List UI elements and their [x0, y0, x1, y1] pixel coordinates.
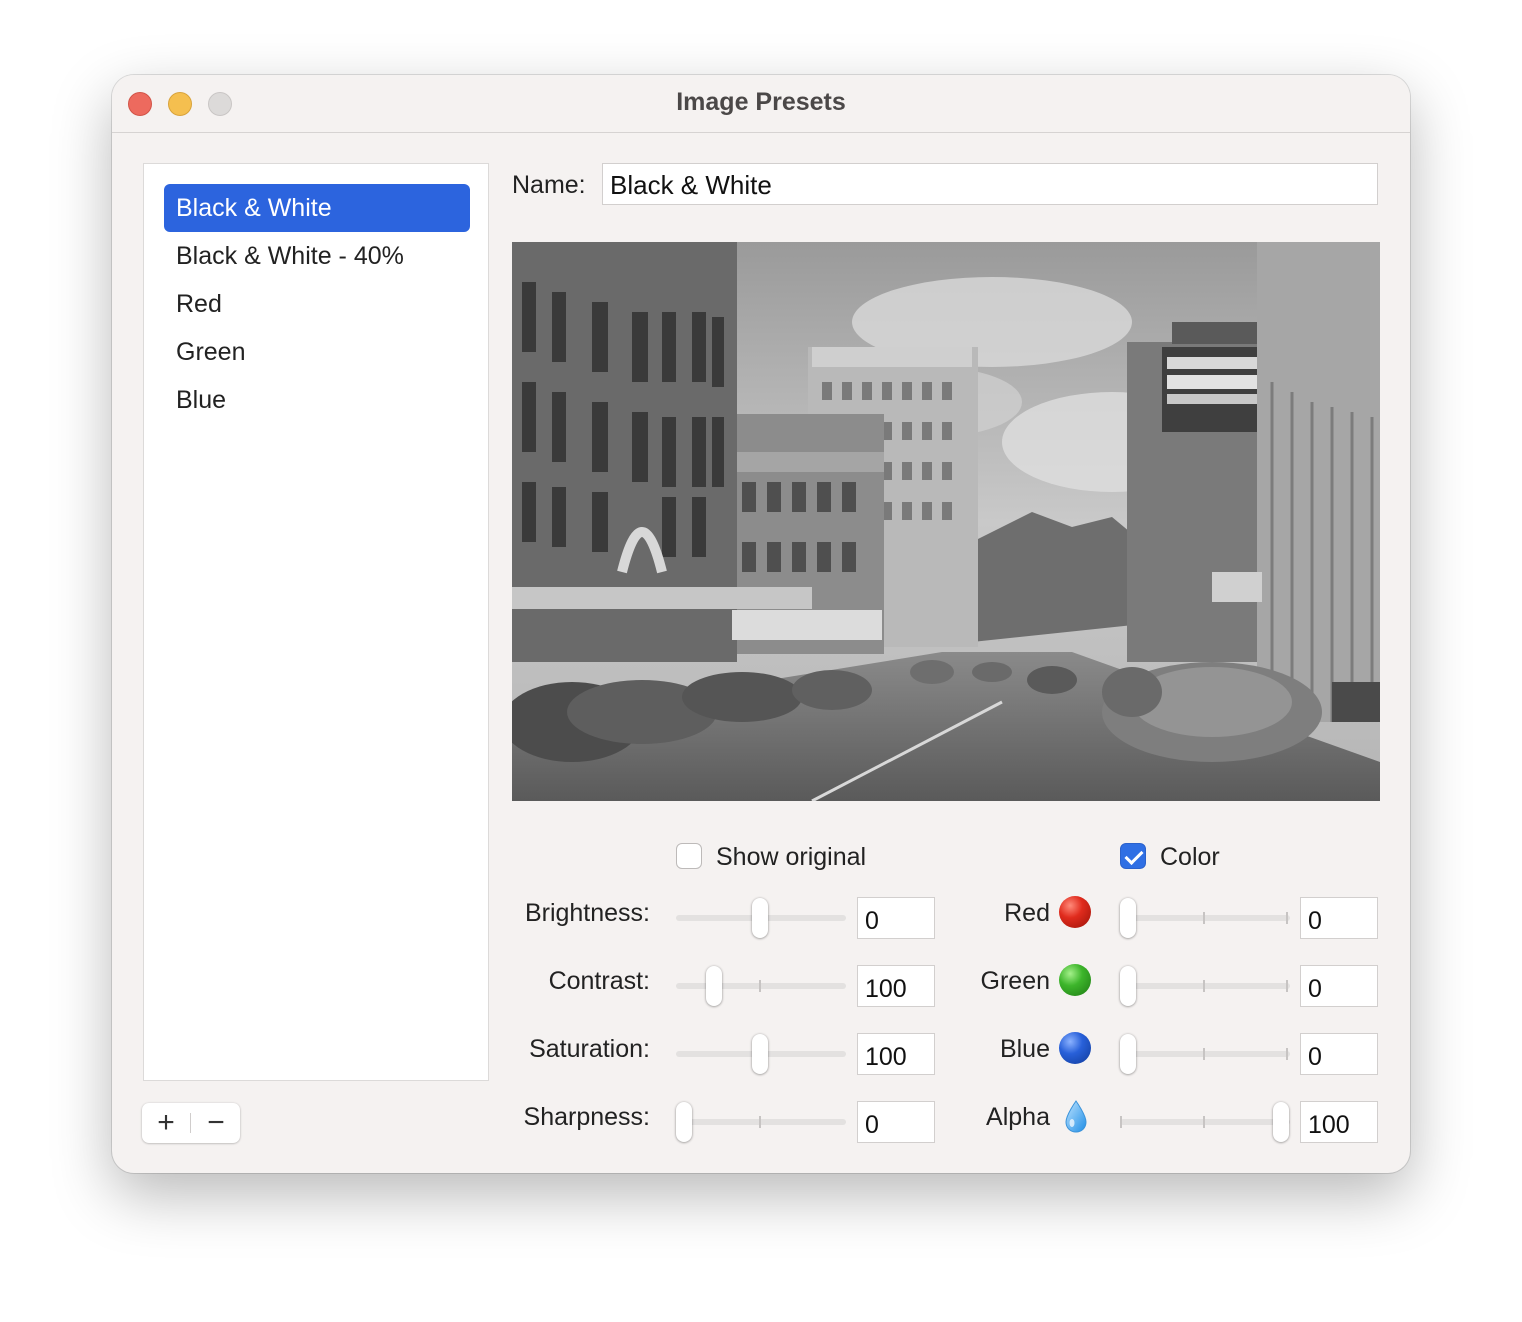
sharpness-slider-knob[interactable] [676, 1102, 692, 1142]
contrast-label: Contrast: [548, 967, 650, 995]
green-slider-knob[interactable] [1120, 966, 1136, 1006]
preset-item-green[interactable]: Green [164, 328, 470, 376]
green-slider-tick-end [1286, 980, 1288, 992]
alpha-slider-knob[interactable] [1273, 1102, 1289, 1142]
contrast-slider-tick [759, 980, 761, 992]
brightness-label: Brightness: [524, 899, 650, 927]
sharpness-label: Sharpness: [523, 1103, 650, 1131]
add-remove-divider [190, 1113, 191, 1133]
blue-value-field[interactable]: 0 [1300, 1033, 1378, 1075]
alpha-value-field[interactable]: 100 [1300, 1101, 1378, 1143]
blue-label: Blue [999, 1035, 1050, 1063]
preset-list[interactable]: Black & White Black & White - 40% Red Gr… [143, 163, 489, 1081]
add-preset-button[interactable]: + [142, 1103, 190, 1143]
sharpness-slider-track[interactable] [676, 1119, 846, 1125]
image-presets-window: Image Presets Black & White Black & Whit… [112, 75, 1410, 1173]
brightness-slider-knob[interactable] [752, 898, 768, 938]
show-original-checkbox[interactable] [676, 843, 702, 869]
contrast-value-field[interactable]: 100 [857, 965, 935, 1007]
preset-item-red[interactable]: Red [164, 280, 470, 328]
image-preview [512, 242, 1380, 801]
blue-slider-tick-end [1286, 1048, 1288, 1060]
brightness-value-field[interactable]: 0 [857, 897, 935, 939]
contrast-slider-knob[interactable] [706, 966, 722, 1006]
color-label: Color [1160, 843, 1220, 871]
saturation-value-field[interactable]: 100 [857, 1033, 935, 1075]
saturation-slider-knob[interactable] [752, 1034, 768, 1074]
green-label: Green [980, 967, 1050, 995]
blue-slider-tick-mid [1203, 1048, 1205, 1060]
green-slider-tick-mid [1203, 980, 1205, 992]
red-slider-tick-mid [1203, 912, 1205, 924]
blue-slider-knob[interactable] [1120, 1034, 1136, 1074]
remove-preset-button[interactable]: − [192, 1103, 240, 1143]
red-slider-track[interactable] [1120, 915, 1290, 921]
sharpness-value-field[interactable]: 0 [857, 1101, 935, 1143]
red-label: Red [1004, 899, 1050, 927]
alpha-slider-tick-start [1120, 1116, 1122, 1128]
red-slider-tick-end [1286, 912, 1288, 924]
sharpness-slider-tick [759, 1116, 761, 1128]
droplet-icon [1065, 1100, 1087, 1133]
green-value-field[interactable]: 0 [1300, 965, 1378, 1007]
saturation-label: Saturation: [529, 1035, 650, 1063]
red-ball-icon [1059, 896, 1091, 928]
add-remove-control: + − [142, 1103, 240, 1143]
blue-slider-track[interactable] [1120, 1051, 1290, 1057]
preset-item-black-white[interactable]: Black & White [164, 184, 470, 232]
name-label: Name: [512, 171, 586, 199]
preset-item-black-white-40[interactable]: Black & White - 40% [164, 232, 470, 280]
color-checkbox[interactable] [1120, 843, 1146, 869]
green-ball-icon [1059, 964, 1091, 996]
name-field[interactable]: Black & White [602, 163, 1378, 205]
alpha-slider-track[interactable] [1120, 1119, 1290, 1125]
blue-ball-icon [1059, 1032, 1091, 1064]
alpha-slider-tick-mid [1203, 1116, 1205, 1128]
preset-item-blue[interactable]: Blue [164, 376, 470, 424]
alpha-label: Alpha [986, 1103, 1050, 1131]
red-slider-knob[interactable] [1120, 898, 1136, 938]
show-original-label: Show original [716, 843, 867, 871]
title-bar: Image Presets [112, 75, 1410, 133]
street-scene-image [512, 242, 1380, 801]
contrast-slider-track[interactable] [676, 983, 846, 989]
red-value-field[interactable]: 0 [1300, 897, 1378, 939]
green-slider-track[interactable] [1120, 983, 1290, 989]
window-title: Image Presets [676, 88, 846, 116]
